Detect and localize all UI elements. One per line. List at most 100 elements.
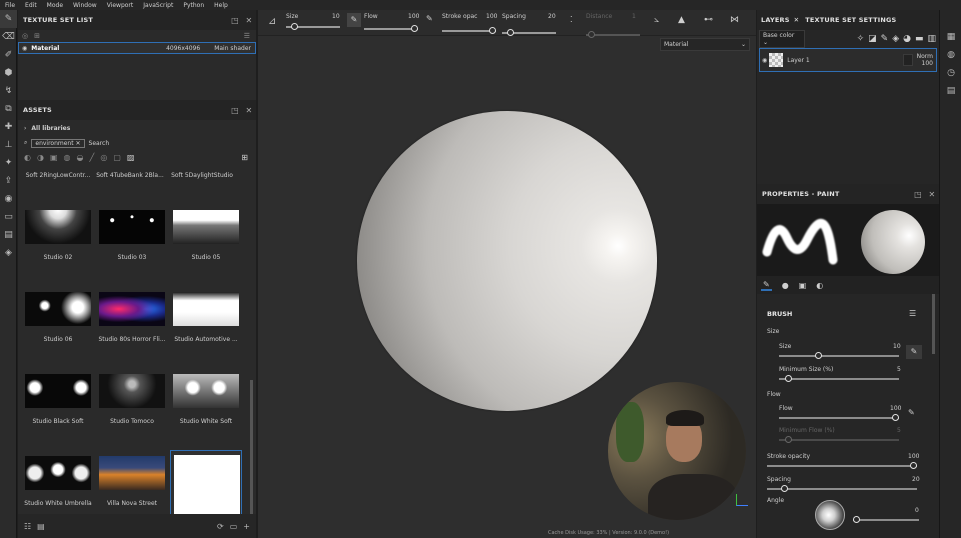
blend-mode[interactable]: Norm: [917, 53, 933, 60]
asset-item[interactable]: Studio 02: [22, 204, 94, 284]
slider-knob[interactable]: [853, 516, 860, 523]
cube-icon[interactable]: ◈: [0, 244, 17, 262]
projection-tool-icon[interactable]: ✐: [0, 46, 17, 64]
menu-viewport[interactable]: Viewport: [107, 2, 134, 9]
grid-icon[interactable]: ⊞: [34, 32, 40, 40]
view-mode-icon[interactable]: ⊷: [704, 15, 713, 25]
menu-mode[interactable]: Mode: [47, 2, 63, 9]
smart-material-icon[interactable]: ◕: [903, 34, 911, 44]
menu-python[interactable]: Python: [183, 2, 204, 9]
menu-javascript[interactable]: JavaScript: [143, 2, 173, 9]
toolbar-spacing-value[interactable]: 20: [548, 13, 556, 20]
search-tag[interactable]: environment ✕: [31, 138, 85, 148]
slider-knob[interactable]: [781, 485, 789, 492]
smudge-tool-icon[interactable]: ↯: [0, 82, 17, 100]
toolbar-size-value[interactable]: 10: [332, 13, 340, 20]
environment-filter-icon[interactable]: ▨: [127, 153, 135, 162]
toolbar-spacing-slider[interactable]: [502, 29, 556, 36]
tab-layers[interactable]: LAYERS: [761, 16, 790, 24]
slider-knob[interactable]: [411, 25, 418, 32]
toolbar-size-slider[interactable]: [286, 23, 340, 30]
texture-set-row[interactable]: ◉ Material 4096x4096 Main shader: [18, 42, 256, 54]
effect-icon[interactable]: ✧: [857, 34, 865, 44]
layer-row[interactable]: ◉ Layer 1 Norm 100: [759, 48, 937, 72]
menu-icon[interactable]: ☰: [244, 32, 250, 40]
angle-slider[interactable]: [853, 516, 919, 523]
export-icon[interactable]: ⇪: [0, 172, 17, 190]
close-icon[interactable]: ✕: [242, 106, 256, 115]
brush-menu-icon[interactable]: ☰: [909, 309, 916, 318]
toolbar-flow-value[interactable]: 100: [408, 13, 419, 20]
shelf-icon[interactable]: ▦: [940, 28, 961, 46]
document-icon[interactable]: ▤: [0, 226, 17, 244]
properties-scrollbar[interactable]: [932, 294, 935, 354]
maximize-icon[interactable]: ◳: [911, 190, 925, 199]
brush-preset-icon[interactable]: ⊿: [268, 16, 276, 27]
display-settings-icon[interactable]: ◍: [940, 46, 961, 64]
mask-tab-icon[interactable]: ▣: [799, 281, 807, 290]
asset-item[interactable]: Studio 03: [96, 204, 168, 284]
slider-knob[interactable]: [506, 29, 514, 36]
asset-item[interactable]: Studio 06: [22, 286, 94, 366]
picker-tool-icon[interactable]: ✚: [0, 118, 17, 136]
filter-icon[interactable]: ◒: [77, 153, 84, 162]
toolbar-stroke-value[interactable]: 100: [486, 13, 497, 20]
stencil-tab-icon[interactable]: ◐: [816, 281, 823, 290]
asset-item[interactable]: Studio 80s Horror Fli...: [96, 286, 168, 366]
toolbar-stroke-slider[interactable]: [442, 27, 496, 34]
maximize-icon[interactable]: ◳: [228, 106, 242, 115]
size-pressure-icon[interactable]: ✎: [906, 345, 922, 359]
symmetry-icon[interactable]: ⦣: [654, 15, 659, 25]
material-select[interactable]: Material ⌄: [660, 38, 750, 51]
size-slider[interactable]: [779, 352, 899, 359]
material-filter-icon[interactable]: ◐: [24, 153, 31, 162]
flow-value[interactable]: 100: [890, 405, 901, 412]
stroke-opacity-value[interactable]: 100: [908, 453, 919, 460]
viewport[interactable]: ⊿ Size 10 ✎ Flow 100 ✎ Stroke opac 100 S…: [258, 10, 756, 538]
slider-knob[interactable]: [815, 352, 823, 359]
stamp-tool-icon[interactable]: ⊥: [0, 136, 17, 154]
brush-tab-icon[interactable]: ✎: [761, 280, 772, 291]
screenshot-icon[interactable]: ⋈: [730, 15, 739, 25]
geometry-fill-icon[interactable]: ⬢: [0, 64, 17, 82]
display-icon[interactable]: ▭: [0, 208, 17, 226]
min-size-slider[interactable]: [779, 375, 899, 382]
toolbar-flow-slider[interactable]: [364, 25, 418, 32]
asset-item[interactable]: Studio Automotive ...: [170, 286, 242, 366]
paint-tool-icon[interactable]: ✎: [0, 10, 17, 28]
breadcrumb-all-libraries[interactable]: All libraries: [31, 125, 70, 132]
close-icon[interactable]: ✕: [242, 16, 256, 25]
menu-file[interactable]: File: [5, 2, 15, 9]
asset-item[interactable]: Studio Black Soft: [22, 368, 94, 448]
slider-knob[interactable]: [910, 462, 917, 469]
asset-label[interactable]: Soft 4TubeBank 2Bla...: [94, 172, 166, 179]
close-tab-icon[interactable]: ✕: [794, 16, 800, 24]
grid-view-icon[interactable]: ⊞: [241, 153, 248, 162]
search-input[interactable]: Search: [89, 140, 110, 147]
add-icon[interactable]: +: [243, 522, 250, 531]
layer-visibility-icon[interactable]: ◉: [762, 57, 767, 64]
pen-pressure-icon[interactable]: ✎: [347, 13, 361, 27]
slider-knob[interactable]: [489, 27, 496, 34]
history-icon[interactable]: ◷: [940, 64, 961, 82]
material-tab-icon[interactable]: ●: [782, 281, 789, 290]
slider-knob[interactable]: [290, 23, 298, 30]
size-value[interactable]: 10: [893, 343, 901, 350]
stroke-opacity-slider[interactable]: [767, 462, 917, 469]
visibility-icon[interactable]: ◎: [22, 32, 28, 40]
asset-label[interactable]: Soft 5DaylightStudio: [166, 172, 238, 179]
angle-dial[interactable]: [815, 500, 845, 530]
refresh-icon[interactable]: ⟳: [217, 522, 224, 531]
eraser-tool-icon[interactable]: ⌫: [0, 28, 17, 46]
min-size-value[interactable]: 5: [897, 366, 901, 373]
asset-item[interactable]: Studio White Soft: [170, 368, 242, 448]
log-icon[interactable]: ▤: [940, 82, 961, 100]
folder-icon[interactable]: ▭: [230, 522, 238, 531]
library-icon[interactable]: ☷: [24, 522, 31, 531]
layer-name[interactable]: Layer 1: [787, 57, 809, 64]
fill-layer-icon[interactable]: ◈: [892, 34, 899, 44]
asset-label[interactable]: Soft 2RingLowContr...: [22, 172, 94, 179]
maximize-icon[interactable]: ◳: [228, 16, 242, 25]
particle-filter-icon[interactable]: ◎: [100, 153, 107, 162]
slider-knob[interactable]: [784, 375, 792, 382]
